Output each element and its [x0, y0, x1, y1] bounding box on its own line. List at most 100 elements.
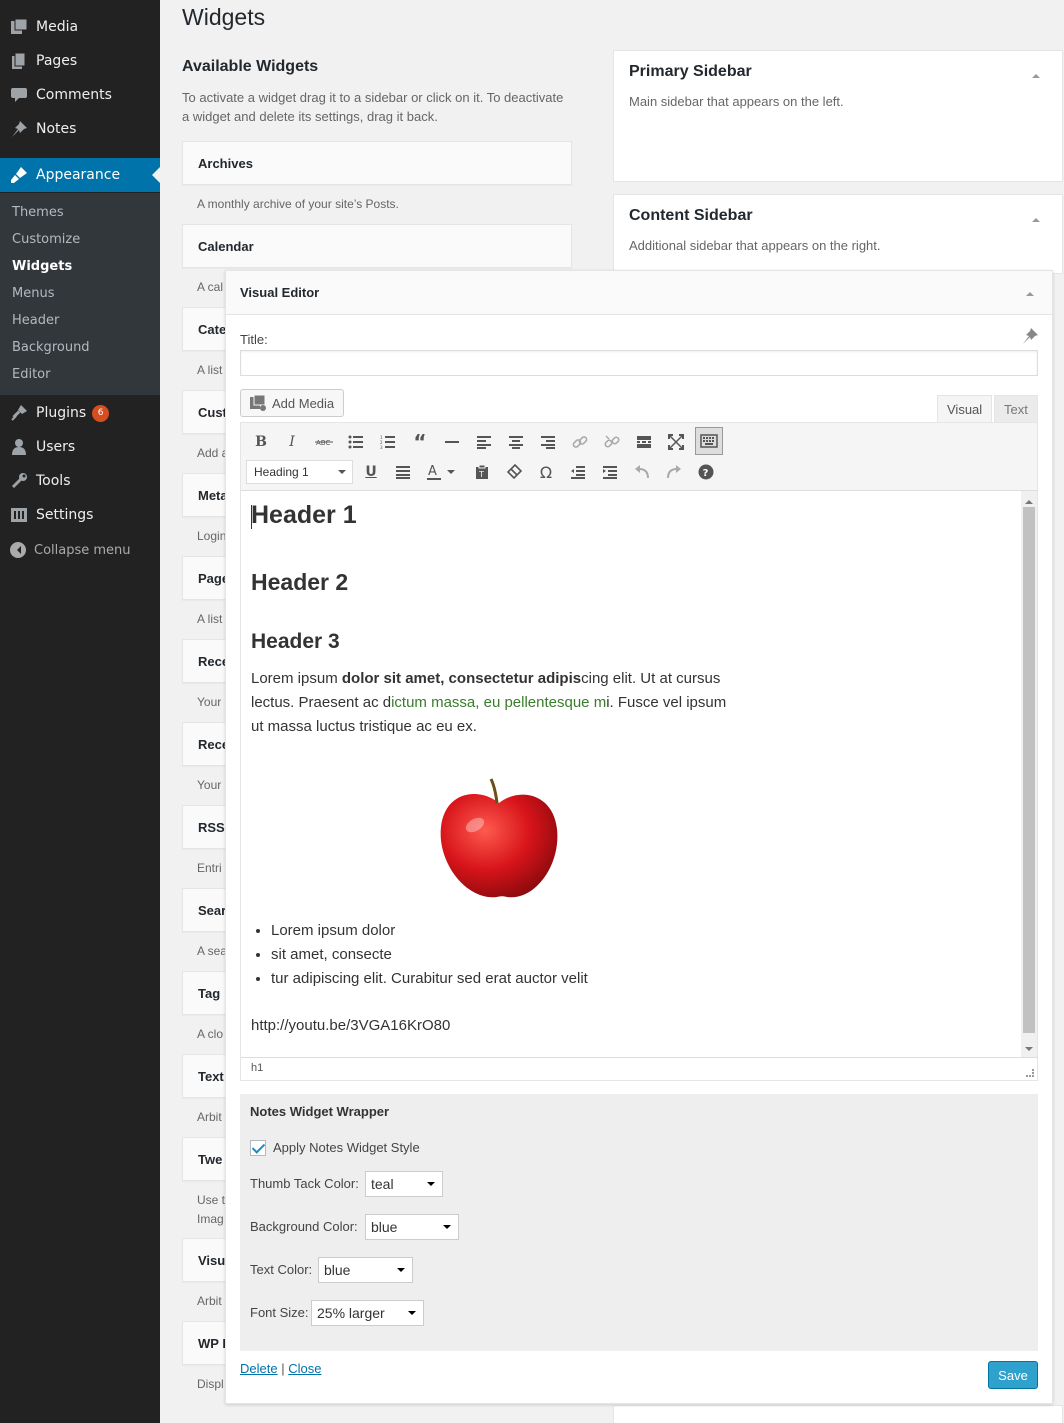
content-url: http://youtu.be/3VGA16KrO80 — [251, 1017, 451, 1034]
add-media-button[interactable]: Add Media — [240, 389, 345, 417]
scroll-thumb[interactable] — [1023, 507, 1035, 1033]
submenu-customize[interactable]: Customize — [12, 232, 80, 247]
numbered-list-icon[interactable]: 123 — [375, 429, 401, 455]
redo-icon[interactable] — [661, 459, 687, 485]
sidebar-item-users[interactable]: Users — [0, 430, 160, 464]
align-right-icon[interactable] — [535, 429, 561, 455]
sidebar-item-comments[interactable]: Comments — [0, 78, 160, 112]
appearance-submenu: Themes Customize Widgets Menus Header Ba… — [0, 193, 160, 395]
background-color-select[interactable]: blue — [365, 1214, 459, 1240]
widget-header[interactable]: Visual Editor — [226, 271, 1052, 315]
available-widgets-description: To activate a widget drag it to a sideba… — [182, 90, 564, 124]
submenu-themes[interactable]: Themes — [12, 205, 64, 220]
font-size-select[interactable]: 25% larger — [311, 1300, 424, 1326]
apply-style-label[interactable]: Apply Notes Widget Style — [273, 1140, 420, 1155]
toolbar-toggle-icon[interactable] — [695, 427, 723, 455]
widget-title: Visual Editor — [240, 285, 320, 300]
resize-handle-icon[interactable] — [1026, 1069, 1034, 1077]
widget-name: Text — [198, 1069, 224, 1084]
element-path[interactable]: h1 — [251, 1062, 263, 1074]
sidebar-item-appearance[interactable]: Appearance — [0, 158, 160, 192]
sidebar-item-label: Settings — [36, 507, 94, 523]
sidebar-item-notes[interactable]: Notes — [0, 112, 160, 146]
collapse-arrow-icon[interactable] — [1032, 214, 1040, 222]
collapse-arrow-icon[interactable] — [1032, 70, 1040, 78]
content-sidebar-panel[interactable]: Content Sidebar Additional sidebar that … — [613, 194, 1063, 274]
widget-calendar[interactable]: Calendar — [182, 224, 572, 268]
wrench-icon — [9, 471, 29, 491]
sidebar-description: Main sidebar that appears on the left. — [629, 94, 844, 109]
sidebar-item-plugins[interactable]: Plugins 6 — [0, 396, 160, 430]
delete-link[interactable]: Delete — [240, 1361, 278, 1376]
admin-sidebar: Media Pages Comments Notes Appearance Th… — [0, 0, 160, 1423]
sidebar-item-label: Plugins — [36, 405, 87, 421]
apply-style-checkbox[interactable] — [250, 1140, 266, 1156]
widget-name: RSS — [198, 820, 225, 835]
underline-icon[interactable]: U — [358, 459, 384, 485]
help-icon[interactable]: ? — [693, 459, 719, 485]
widget-archives[interactable]: Archives — [182, 141, 572, 185]
widget-name: Twe — [198, 1152, 223, 1167]
undo-icon[interactable] — [629, 459, 655, 485]
sidebar-item-media[interactable]: Media — [0, 10, 160, 44]
blockquote-icon[interactable]: “ — [407, 429, 433, 455]
save-button[interactable]: Save — [988, 1361, 1038, 1389]
strikethrough-icon[interactable]: ABC — [311, 429, 337, 455]
text-color-select[interactable]: blue — [318, 1257, 413, 1283]
widget-footer-links: Delete | Close — [240, 1361, 321, 1376]
read-more-icon[interactable] — [631, 429, 657, 455]
italic-icon[interactable]: I — [279, 429, 305, 455]
unlink-icon[interactable] — [599, 429, 625, 455]
submenu-editor[interactable]: Editor — [12, 367, 50, 382]
primary-sidebar-panel[interactable]: Primary Sidebar Main sidebar that appear… — [613, 50, 1063, 182]
outdent-icon[interactable] — [565, 459, 591, 485]
sidebar-item-label: Pages — [36, 53, 78, 69]
visual-editor-widget: Visual Editor Title: Add Media Visual Te… — [225, 270, 1053, 1404]
widget-description: A clo — [197, 1027, 224, 1041]
widget-description: Your — [197, 695, 222, 709]
widget-description: Use t — [197, 1193, 226, 1207]
widget-description-line2: Imag — [197, 1212, 224, 1226]
close-link[interactable]: Close — [288, 1361, 321, 1376]
indent-icon[interactable] — [597, 459, 623, 485]
collapse-arrow-icon[interactable] — [1026, 288, 1034, 296]
paste-text-icon[interactable]: T — [469, 459, 495, 485]
title-input[interactable] — [240, 350, 1038, 376]
editor-scrollbar[interactable] — [1021, 491, 1037, 1057]
text-color-icon[interactable]: A — [423, 459, 459, 485]
scroll-up-arrow-icon[interactable] — [1025, 496, 1033, 504]
align-left-icon[interactable] — [471, 429, 497, 455]
bullet-list-icon[interactable] — [343, 429, 369, 455]
fullscreen-icon[interactable] — [663, 429, 689, 455]
sidebar-item-pages[interactable]: Pages — [0, 44, 160, 78]
clear-formatting-icon[interactable] — [501, 459, 527, 485]
sidebar-item-tools[interactable]: Tools — [0, 464, 160, 498]
widget-description: Displ — [197, 1377, 224, 1391]
submenu-menus[interactable]: Menus — [12, 286, 54, 301]
horizontal-line-icon[interactable] — [439, 429, 465, 455]
widget-name: Archives — [198, 156, 253, 171]
submenu-header[interactable]: Header — [12, 313, 59, 328]
page-title: Widgets — [182, 4, 266, 30]
sidebar-item-settings[interactable]: Settings — [0, 498, 160, 532]
widget-description: A list — [197, 612, 223, 626]
tab-text[interactable]: Text — [994, 395, 1038, 423]
special-character-icon[interactable]: Ω — [533, 459, 559, 485]
sidebar-description: Additional sidebar that appears on the r… — [629, 238, 881, 253]
align-center-icon[interactable] — [503, 429, 529, 455]
tab-visual[interactable]: Visual — [937, 395, 993, 423]
widget-description: A cal — [197, 280, 224, 294]
thumb-tack-color-select[interactable]: teal — [365, 1171, 443, 1197]
submenu-widgets[interactable]: Widgets — [12, 259, 72, 274]
bold-icon[interactable]: B — [248, 429, 274, 455]
apple-image[interactable] — [431, 773, 567, 905]
collapse-menu-button[interactable]: Collapse menu — [0, 538, 160, 562]
link-icon[interactable] — [567, 429, 593, 455]
editor-toolbar: B I ABC 123 “ Heading 1 U A T Ω ? — [241, 423, 1037, 491]
editor-statusbar: h1 — [241, 1057, 1037, 1080]
scroll-down-arrow-icon[interactable] — [1025, 1047, 1033, 1055]
justify-icon[interactable] — [390, 459, 416, 485]
submenu-background[interactable]: Background — [12, 340, 90, 355]
format-select[interactable]: Heading 1 — [246, 460, 353, 484]
editor-content[interactable]: Header 1 Header 2 Header 3 Lorem ipsum d… — [241, 491, 1021, 1057]
